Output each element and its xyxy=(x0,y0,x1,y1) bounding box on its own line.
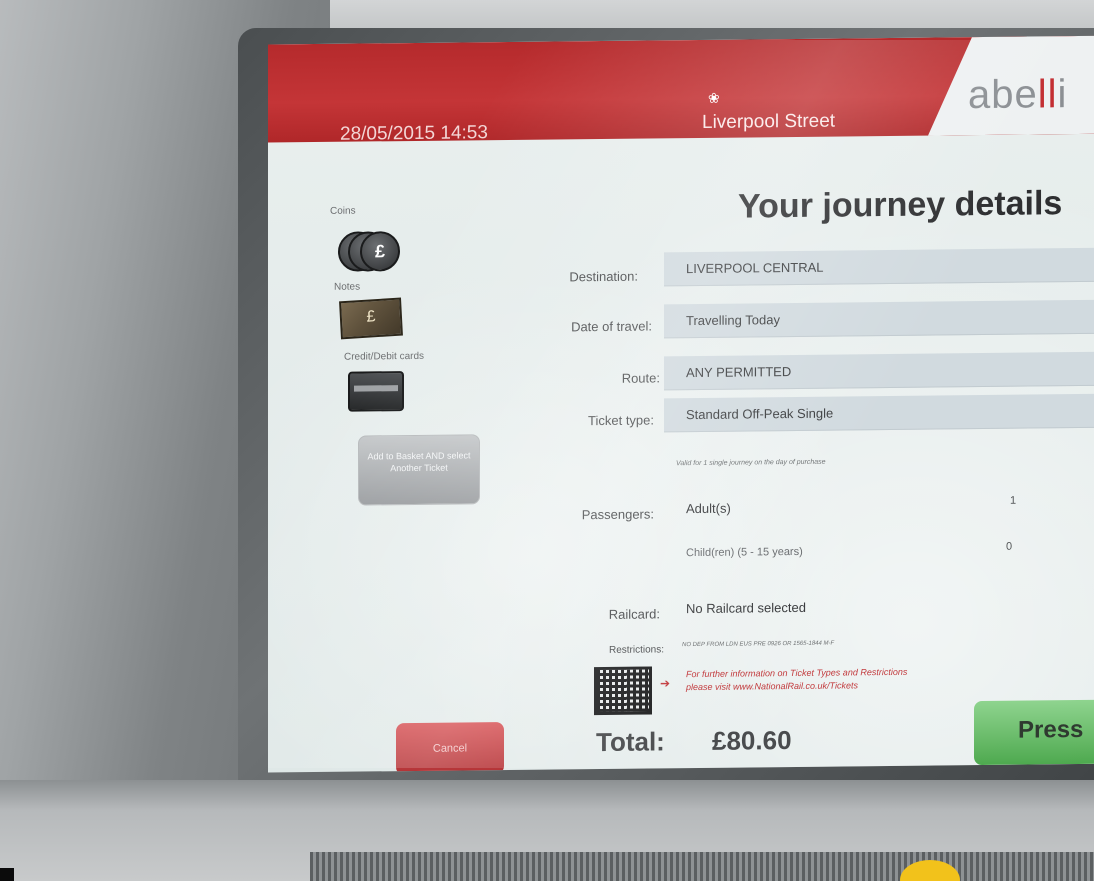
route-value: ANY PERMITTED xyxy=(664,351,1094,391)
qr-code xyxy=(594,666,652,716)
ticket-type-label: Ticket type: xyxy=(588,412,654,429)
destination-label: Destination: xyxy=(569,268,638,285)
adults-count: 1 xyxy=(1010,494,1017,507)
restrictions-value: NO DEP FROM LDN EUS PRE 0926 OR 1565-184… xyxy=(682,640,835,649)
ticket-type-value: Standard Off-Peak Single xyxy=(664,393,1094,433)
notes-label: Notes xyxy=(334,281,361,293)
coin-front: £ xyxy=(360,231,400,272)
machine-vent xyxy=(310,852,1094,881)
brand-logo-prefix: abe xyxy=(968,72,1038,118)
date-label: Date of travel: xyxy=(571,318,652,335)
adults-row: Adult(s) xyxy=(686,500,731,517)
add-to-basket-button[interactable]: Add to Basket AND select Another Ticket xyxy=(358,434,480,506)
arrow-left-icon: ➔ xyxy=(660,676,671,691)
location-pin-icon: ❀ xyxy=(708,89,720,106)
corner-mark xyxy=(0,868,14,881)
destination-value: LIVERPOOL CENTRAL xyxy=(664,247,1094,287)
route-label: Route: xyxy=(621,370,660,386)
total-label: Total: xyxy=(596,726,665,758)
coins-icon: £ xyxy=(338,231,408,276)
cancel-button[interactable]: Cancel xyxy=(396,722,504,773)
total-value: £80.60 xyxy=(712,725,792,756)
card-icon xyxy=(348,371,404,412)
date-value: Travelling Today xyxy=(664,299,1094,339)
ticket-validity-note: Valid for 1 single journey on the day of… xyxy=(676,458,826,468)
cards-label: Credit/Debit cards xyxy=(344,350,425,363)
info-text: For further information on Ticket Types … xyxy=(686,666,907,694)
coins-label: Coins xyxy=(330,205,356,217)
railcard-label: Railcard: xyxy=(608,606,660,622)
brand-logo-accent: ll xyxy=(1037,72,1058,117)
header-bar: 28/05/2015 14:53 ❀ Liverpool Street abel… xyxy=(268,35,1094,145)
railcard-value: No Railcard selected xyxy=(686,599,806,617)
passengers-label: Passengers: xyxy=(581,506,654,523)
restrictions-label: Restrictions: xyxy=(608,644,664,656)
brand-logo-suffix: i xyxy=(1057,72,1068,117)
info-line-2: please visit www.NationalRail.co.uk/Tick… xyxy=(686,680,858,693)
press-button[interactable]: Press xyxy=(974,699,1094,766)
date-time: 28/05/2015 14:53 xyxy=(340,122,488,145)
info-line-1: For further information on Ticket Types … xyxy=(686,666,908,680)
children-row: Child(ren) (5 - 15 years) xyxy=(686,545,803,560)
page-title: Your journey details xyxy=(738,184,1063,226)
brand-logo: abelli xyxy=(968,72,1067,118)
children-count: 0 xyxy=(1006,540,1013,553)
station-name: Liverpool Street xyxy=(702,110,836,133)
kiosk-screen: 28/05/2015 14:53 ❀ Liverpool Street abel… xyxy=(268,35,1094,773)
banknote-icon: £ xyxy=(339,297,403,340)
